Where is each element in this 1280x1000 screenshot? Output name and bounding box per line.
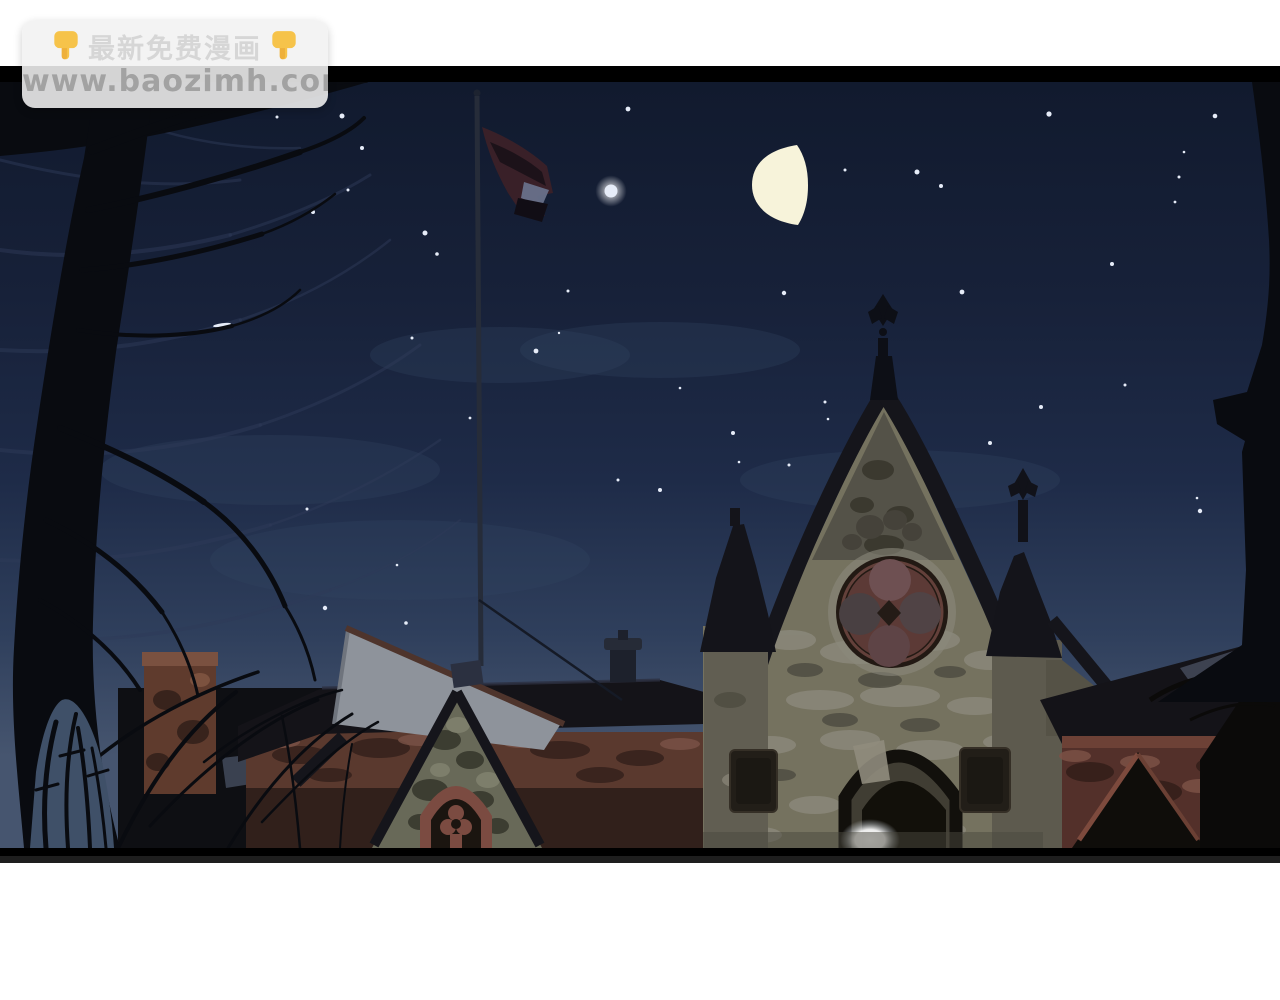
rose-lobe-left (839, 593, 881, 635)
pointing-down-hand-icon (49, 29, 83, 63)
panel-bottom-border-shadow (0, 856, 1280, 863)
rose-window (828, 548, 956, 676)
watermark-badge: 最新免费漫画 www.baozimh.com (22, 20, 328, 108)
comic-panel-image (0, 82, 1280, 848)
watermark-title: 最新免费漫画 (88, 27, 262, 66)
pole-bracket (450, 660, 483, 688)
watermark-line1: 最新免费漫画 (22, 27, 328, 65)
pointing-down-hand-icon (267, 29, 301, 63)
watermark-url: www.baozimh.com (22, 65, 328, 99)
rose-lobe-top (869, 559, 911, 601)
panel-bottom-border (0, 848, 1280, 856)
comic-reader-page: 最新免费漫画 www.baozimh.com (0, 0, 1280, 1000)
rose-lobe-right (899, 592, 941, 634)
flagpole-finial (474, 90, 481, 97)
rose-lobe-bottom (868, 625, 910, 667)
